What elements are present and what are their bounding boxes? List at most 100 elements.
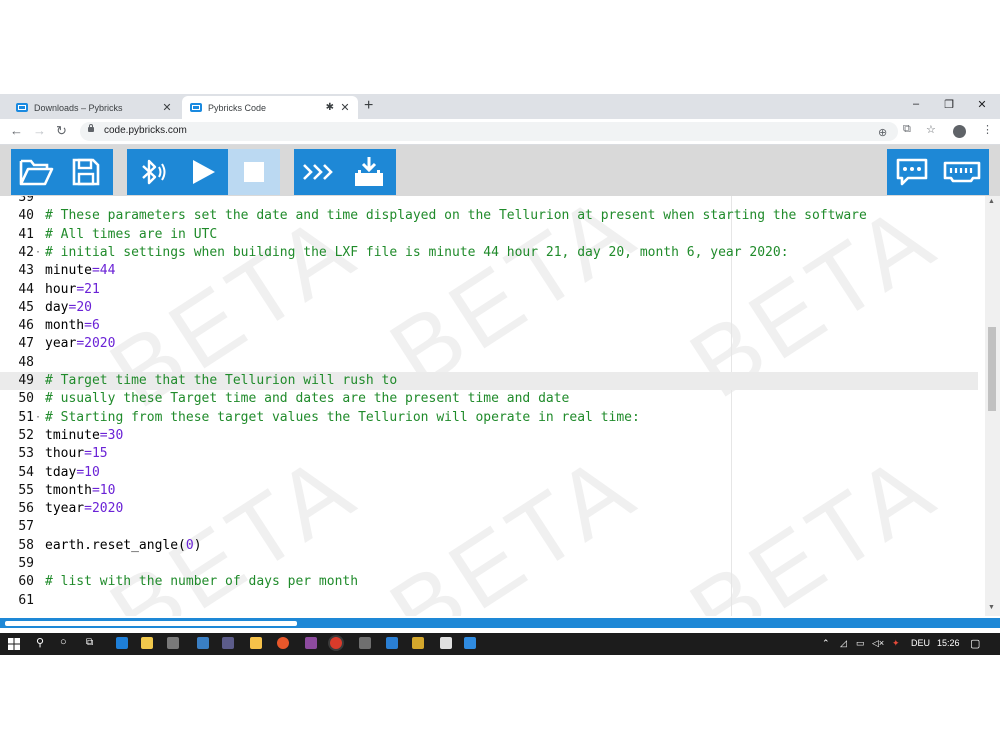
vscode-icon[interactable] (386, 637, 398, 649)
code-line[interactable]: 45 day=20 (0, 299, 978, 317)
code-line[interactable]: 46 month=6 (0, 317, 978, 335)
app-icon[interactable] (359, 637, 371, 649)
store-icon[interactable] (167, 637, 179, 649)
code-line[interactable]: 55 tmonth=10 (0, 482, 978, 500)
tools-button-group (294, 149, 396, 195)
code-line[interactable]: 60 # list with the number of days per mon… (0, 573, 978, 591)
code-line[interactable]: 50 # usually these Target time and dates … (0, 390, 978, 408)
line-number: 42 (18, 244, 34, 260)
code-line[interactable]: 49 # Target time that the Tellurion will … (0, 372, 978, 390)
code-line[interactable]: 57 (0, 518, 978, 536)
code-line[interactable]: 53 thour=15 (0, 445, 978, 463)
settings-button[interactable] (937, 149, 987, 195)
line-number: 56 (18, 501, 34, 517)
tab-pybricks-code[interactable]: Pybricks Code ✱ ✕ (182, 96, 358, 119)
run-button[interactable] (177, 149, 228, 195)
back-arrow-icon[interactable]: ← (10, 123, 23, 138)
search-icon[interactable]: ⚲ (36, 636, 44, 649)
restore-button[interactable]: ❐ (939, 98, 959, 111)
reload-icon[interactable]: ↻ (56, 123, 67, 139)
app-icon[interactable] (412, 637, 424, 649)
chrome-icon[interactable] (330, 637, 342, 649)
fold-marker-icon[interactable]: · (35, 409, 41, 427)
code-line[interactable]: 51 · # Starting from these target values t… (0, 409, 978, 427)
flash-firmware-button[interactable] (344, 149, 394, 195)
show-hidden-icons-icon[interactable]: ⌃ (822, 638, 830, 649)
file-explorer-icon[interactable] (141, 637, 153, 649)
battery-icon[interactable]: ▭ (856, 638, 865, 649)
minimize-button[interactable]: – (906, 98, 926, 110)
code-token: hour (45, 281, 77, 297)
code-comment: # These parameters set the date and time… (45, 208, 867, 224)
translate-icon[interactable]: ⧉ (903, 123, 911, 136)
code-line[interactable]: 44 hour=21 (0, 281, 978, 299)
repl-button[interactable] (294, 149, 344, 195)
app-icon[interactable] (440, 637, 452, 649)
app-tray-icon[interactable]: ✦ (892, 638, 900, 649)
file-button-group (11, 149, 113, 195)
volume-icon[interactable]: ◁× (872, 638, 884, 649)
code-text: # Starting from these target values the … (45, 409, 640, 427)
code-line[interactable]: 41 # All times are in UTC (0, 226, 978, 244)
horizontal-scrollbar-thumb[interactable] (5, 621, 297, 626)
open-button[interactable] (11, 149, 61, 195)
code-text: thour=15 (45, 445, 108, 463)
close-window-button[interactable]: ✕ (972, 98, 992, 111)
code-text: # All times are in UTC (45, 226, 217, 244)
code-line[interactable]: 61 (0, 592, 978, 610)
line-number: 43 (18, 263, 34, 279)
code-line[interactable]: 52 tminute=30 (0, 427, 978, 445)
scroll-up-arrow-icon[interactable]: ▲ (988, 198, 995, 205)
code-editor[interactable]: BETA BETA BETA BETA BETA BETA 39 40 # Thes… (0, 196, 1000, 616)
code-text: year=2020 (45, 335, 115, 353)
install-app-icon[interactable]: ⊕ (878, 126, 887, 139)
code-line[interactable]: 59 (0, 555, 978, 573)
bookmark-star-icon[interactable]: ☆ (926, 123, 936, 136)
scrollbar-thumb[interactable] (988, 326, 996, 411)
tab-downloads[interactable]: Downloads – Pybricks ✕ (8, 96, 180, 119)
repl-icon (303, 164, 333, 180)
calculator-icon[interactable] (222, 637, 234, 649)
notification-icon[interactable]: ▢ (970, 637, 980, 650)
horizontal-scrollbar[interactable] (0, 618, 1000, 628)
code-line[interactable]: 43 minute=44 (0, 262, 978, 280)
code-line[interactable]: 58 earth.reset_angle(0) (0, 537, 978, 555)
stop-button[interactable] (228, 149, 280, 195)
code-line[interactable]: 47 year=2020 (0, 335, 978, 353)
fold-marker-icon[interactable]: · (35, 244, 41, 262)
media-icon[interactable] (250, 637, 262, 649)
chat-button[interactable] (887, 149, 937, 195)
new-tab-button[interactable]: + (364, 97, 373, 115)
app-icon[interactable] (464, 637, 476, 649)
code-line[interactable]: 39 (0, 196, 978, 207)
close-tab-icon[interactable]: ✕ (338, 101, 352, 114)
edge-icon[interactable] (116, 637, 128, 649)
app-icon[interactable] (305, 637, 317, 649)
task-view-icon[interactable]: ⧉ (86, 637, 93, 648)
code-line[interactable]: 54 tday=10 (0, 464, 978, 482)
code-line[interactable]: 40 # These parameters set the date and ti… (0, 207, 978, 225)
close-tab-icon[interactable]: ✕ (160, 101, 174, 114)
code-line[interactable]: 42 · # initial settings when building the … (0, 244, 978, 262)
code-comment: # usually these Target time and dates ar… (45, 391, 570, 407)
windows-start-icon[interactable] (8, 638, 20, 650)
scroll-down-arrow-icon[interactable]: ▼ (988, 604, 995, 611)
code-number: 15 (91, 446, 108, 462)
clock-time[interactable]: 15:26 (937, 638, 960, 648)
firefox-icon[interactable] (277, 637, 289, 649)
save-button[interactable] (61, 149, 111, 195)
code-comment: # initial settings when building the LXF… (45, 244, 789, 260)
bluetooth-button[interactable] (127, 149, 177, 195)
code-operator: = (76, 336, 85, 352)
input-language[interactable]: DEU (911, 638, 930, 648)
cortana-icon[interactable]: ○ (60, 636, 67, 648)
forward-arrow-icon[interactable]: → (33, 123, 46, 138)
profile-avatar-icon[interactable] (953, 125, 966, 138)
code-line[interactable]: 56 tyear=2020 (0, 500, 978, 518)
network-icon[interactable]: ◿ (840, 638, 847, 649)
url-input[interactable]: code.pybricks.com ⊕ (80, 122, 898, 141)
mail-icon[interactable] (197, 637, 209, 649)
code-line[interactable]: 48 (0, 354, 978, 372)
vertical-scrollbar[interactable]: ▲ ▼ (985, 196, 1000, 616)
menu-kebab-icon[interactable]: ⋮ (982, 123, 993, 136)
